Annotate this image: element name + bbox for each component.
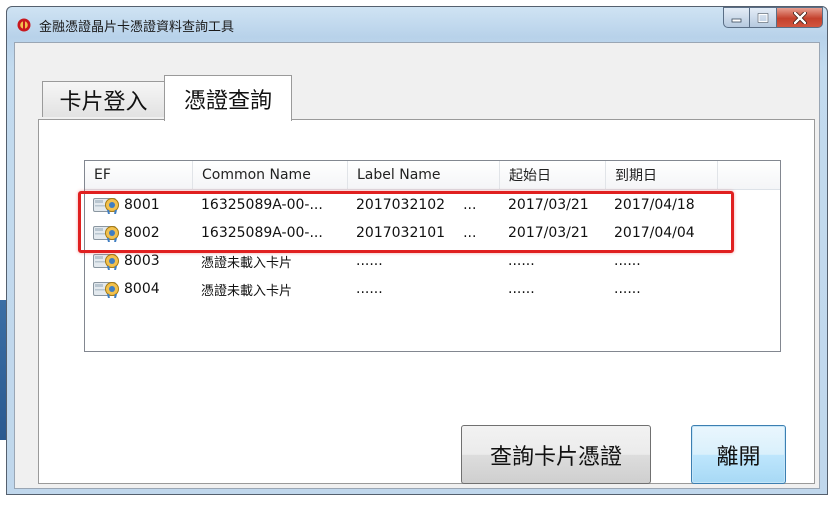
cell-start-date: 2017/03/21 bbox=[508, 225, 589, 241]
ef-value: 8004 bbox=[124, 281, 160, 297]
table-row[interactable]: 8004 憑證未載入卡片 ...... ...... ...... bbox=[85, 275, 780, 303]
cell-label-name: ...... bbox=[356, 253, 383, 269]
cell-label-name: 2017032102 ... bbox=[348, 191, 500, 219]
ef-value: 8002 bbox=[124, 225, 160, 241]
label-name-value: 2017032101 bbox=[356, 225, 446, 241]
table-row[interactable]: 8001 16325089A-00-... 2017032102 ... 201… bbox=[85, 191, 780, 219]
ef-value: 8001 bbox=[124, 197, 160, 213]
tab-cert-query-label: 憑證查詢 bbox=[183, 88, 272, 114]
query-card-certificates-button[interactable]: 查詢卡片憑證 bbox=[461, 425, 651, 484]
exit-button[interactable]: 離開 bbox=[691, 425, 786, 484]
column-header-filler bbox=[718, 161, 780, 190]
certificate-list[interactable]: EF Common Name Label Name 起始日 到期日 8001 1… bbox=[84, 160, 781, 352]
tab-cert-query[interactable]: 憑證查詢 bbox=[164, 75, 292, 121]
cell-ef: 8003 bbox=[85, 247, 193, 275]
column-header-common-name[interactable]: Common Name bbox=[193, 161, 348, 190]
table-row[interactable]: 8002 16325089A-00-... 2017032101 ... 201… bbox=[85, 219, 780, 247]
close-button[interactable] bbox=[777, 7, 823, 28]
maximize-button[interactable] bbox=[750, 7, 777, 28]
cell-label-name: 2017032101 ... bbox=[348, 219, 500, 247]
maximize-icon bbox=[757, 12, 769, 23]
cell-start-date: ...... bbox=[508, 253, 535, 269]
column-header-label-name[interactable]: Label Name bbox=[348, 161, 500, 190]
cell-end-date: 2017/04/04 bbox=[614, 225, 695, 241]
minimize-button[interactable] bbox=[723, 7, 750, 28]
label-name-ellipsis: ... bbox=[463, 225, 477, 241]
cell-common-name: 16325089A-00-... bbox=[201, 197, 323, 213]
cell-ef: 8002 bbox=[85, 219, 193, 247]
app-icon bbox=[17, 18, 31, 32]
column-header-ef[interactable]: EF bbox=[85, 161, 193, 190]
cell-label-name: ...... bbox=[356, 281, 383, 297]
column-header-end-date[interactable]: 到期日 bbox=[606, 161, 718, 190]
title-bar[interactable]: 金融憑證晶片卡憑證資料查詢工具 bbox=[7, 7, 827, 41]
label-name-value: 2017032102 bbox=[356, 197, 446, 213]
smartcard-icon bbox=[93, 282, 119, 298]
label-name-ellipsis: ... bbox=[463, 197, 477, 213]
close-icon bbox=[792, 11, 807, 24]
smartcard-icon bbox=[93, 254, 119, 270]
cell-start-date: 2017/03/21 bbox=[508, 197, 589, 213]
cell-ef: 8001 bbox=[85, 191, 193, 219]
table-row[interactable]: 8003 憑證未載入卡片 ...... ...... ...... bbox=[85, 247, 780, 275]
cell-start-date: ...... bbox=[508, 281, 535, 297]
list-header: EF Common Name Label Name 起始日 到期日 bbox=[85, 161, 780, 190]
tab-card-login-label: 卡片登入 bbox=[59, 89, 148, 115]
cell-ef: 8004 bbox=[85, 275, 193, 303]
minimize-icon bbox=[731, 18, 741, 22]
cell-end-date: ...... bbox=[614, 281, 641, 297]
ef-value: 8003 bbox=[124, 253, 160, 269]
caption-buttons bbox=[723, 7, 823, 29]
tab-card-login[interactable]: 卡片登入 bbox=[42, 81, 165, 117]
cell-end-date: 2017/04/18 bbox=[614, 197, 695, 213]
client-area: 卡片登入 憑證查詢 EF Common Name Label Name 起始日 … bbox=[14, 42, 820, 489]
cell-end-date: ...... bbox=[614, 253, 641, 269]
column-header-start-date[interactable]: 起始日 bbox=[500, 161, 606, 190]
smartcard-icon bbox=[93, 226, 119, 242]
window-title: 金融憑證晶片卡憑證資料查詢工具 bbox=[39, 20, 235, 35]
cell-common-name: 憑證未載入卡片 bbox=[201, 283, 293, 299]
app-window: 金融憑證晶片卡憑證資料查詢工具 卡片登入 憑證查詢 EF Common Name bbox=[6, 6, 828, 495]
smartcard-icon bbox=[93, 198, 119, 214]
cell-common-name: 16325089A-00-... bbox=[201, 225, 323, 241]
cell-common-name: 憑證未載入卡片 bbox=[201, 255, 293, 271]
